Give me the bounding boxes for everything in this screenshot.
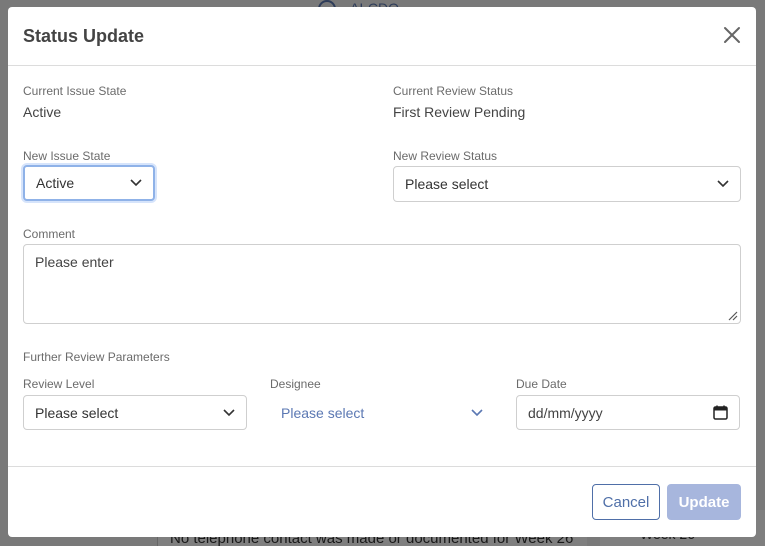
status-update-modal: Status Update Current Issue State Active… [8, 7, 756, 537]
review-level-label: Review Level [23, 377, 95, 391]
chevron-down-icon [471, 408, 483, 416]
update-button[interactable]: Update [667, 484, 741, 520]
modal-title: Status Update [23, 26, 145, 46]
designee-value: Please select [281, 404, 365, 421]
modal-footer: Cancel Update [8, 466, 756, 537]
chevron-down-icon [223, 408, 235, 416]
new-review-status-value: Please select [405, 176, 489, 192]
new-issue-state-select[interactable]: Active [23, 165, 155, 201]
current-review-status-label: Current Review Status [393, 84, 514, 98]
new-issue-state-value: Active [36, 175, 75, 191]
review-level-select[interactable]: Please select [23, 395, 247, 430]
new-issue-state-label: New Issue State [23, 149, 111, 163]
close-icon[interactable] [722, 25, 742, 45]
comment-textarea[interactable]: Please enter [23, 244, 741, 324]
comment-placeholder: Please enter [35, 254, 114, 270]
review-level-value: Please select [35, 404, 119, 421]
current-issue-state-value: Active [23, 104, 62, 120]
due-date-label: Due Date [516, 377, 567, 391]
new-review-status-select[interactable]: Please select [393, 166, 741, 202]
resize-grip-icon[interactable] [728, 311, 738, 321]
designee-select[interactable]: Please select [270, 395, 494, 430]
current-issue-state-label: Current Issue State [23, 84, 127, 98]
modal-header: Status Update [8, 7, 756, 66]
due-date-input[interactable]: dd/mm/yyyy [516, 395, 740, 430]
further-review-heading: Further Review Parameters [23, 350, 170, 364]
designee-label: Designee [270, 377, 321, 391]
cancel-button[interactable]: Cancel [592, 484, 660, 520]
due-date-placeholder: dd/mm/yyyy [528, 404, 603, 421]
chevron-down-icon [130, 179, 142, 187]
new-review-status-label: New Review Status [393, 149, 498, 163]
current-review-status-value: First Review Pending [393, 104, 526, 120]
calendar-icon[interactable] [713, 405, 728, 420]
chevron-down-icon [717, 180, 729, 188]
comment-label: Comment [23, 227, 76, 241]
